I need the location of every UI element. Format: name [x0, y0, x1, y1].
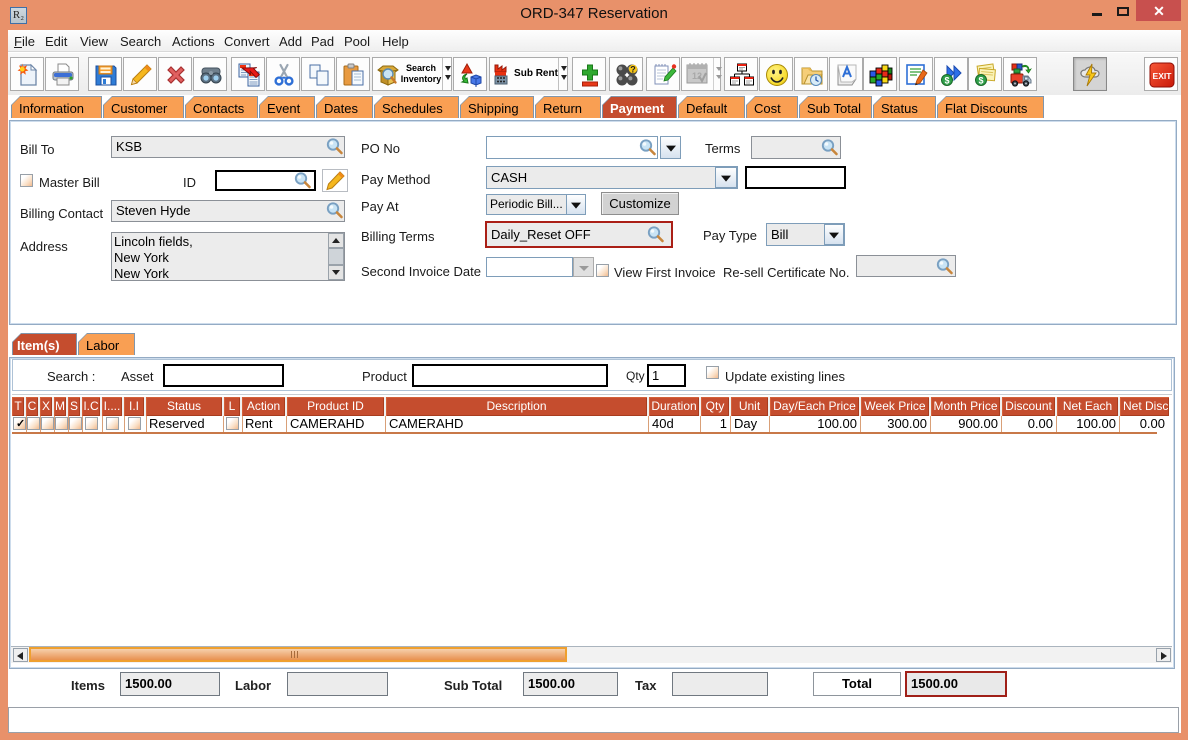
svg-text:EXIT: EXIT	[1153, 71, 1173, 81]
svg-text:$: $	[944, 76, 949, 86]
svg-text:?: ?	[630, 64, 636, 74]
svg-text:$: $	[978, 76, 983, 86]
